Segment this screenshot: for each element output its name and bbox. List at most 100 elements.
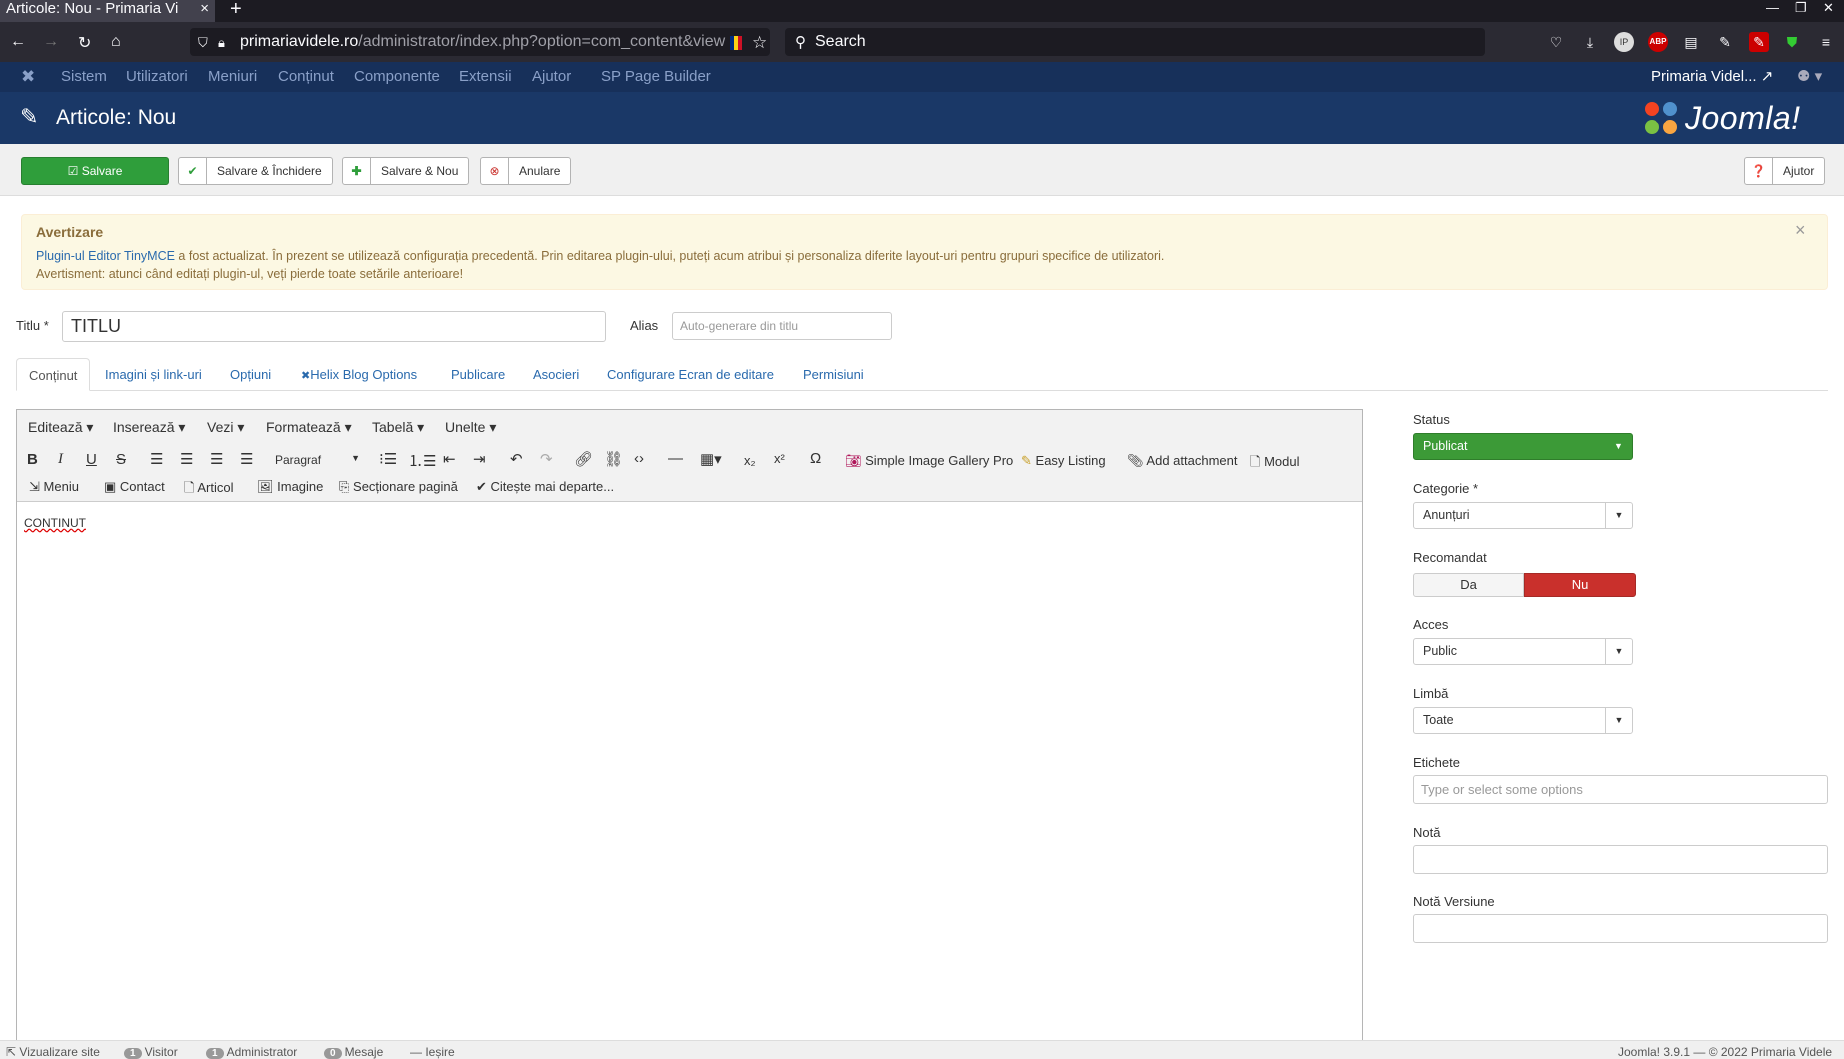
menu-continut[interactable]: Conținut — [278, 62, 334, 92]
redo-icon[interactable]: ↷ — [540, 450, 553, 468]
save-close-button[interactable]: ✔ Salvare & Închidere — [178, 157, 333, 185]
menu-meniuri[interactable]: Meniuri — [208, 62, 257, 92]
underline-icon[interactable]: U — [86, 451, 97, 468]
menu-componente[interactable]: Componente — [354, 62, 440, 92]
shield-extension-icon[interactable]: ⛊ — [1782, 32, 1802, 52]
editor-menu-format[interactable]: Formatează ▾ — [266, 419, 352, 436]
admins-indicator[interactable]: 1 Administrator — [206, 1045, 297, 1059]
reload-icon[interactable]: ↻ — [78, 33, 91, 53]
ip-extension-icon[interactable]: IP — [1614, 32, 1634, 52]
pen-icon[interactable]: ✎ — [1715, 32, 1735, 52]
home-icon[interactable]: ⌂ — [111, 33, 121, 51]
messages-indicator[interactable]: 0 Mesaje — [324, 1045, 383, 1059]
featured-no-button[interactable]: Nu — [1524, 573, 1636, 597]
menu-sistem[interactable]: Sistem — [61, 62, 107, 92]
editor-menu-view[interactable]: Vezi ▾ — [207, 419, 244, 436]
tab-helix-blog[interactable]: ✖Helix Blog Options — [289, 358, 429, 391]
reader-icon[interactable]: ▤ — [1681, 32, 1701, 52]
pagebreak-button[interactable]: ⎘ Secționare pagină — [339, 479, 458, 495]
language-select[interactable]: Toate ▼ — [1413, 707, 1633, 734]
tab-continut[interactable]: Conținut — [16, 358, 91, 391]
lock-icon[interactable]: 🔒︎ — [218, 35, 225, 51]
red-extension-icon[interactable]: ✎ — [1749, 32, 1769, 52]
code-icon[interactable]: ‹› — [634, 450, 644, 467]
gallery-button[interactable]: 📷︎ Simple Image Gallery Pro — [845, 453, 1013, 469]
unlink-icon[interactable]: ⛓ — [604, 450, 623, 468]
forward-icon[interactable]: → — [43, 33, 59, 51]
editor-content[interactable]: CONTINUT — [24, 516, 86, 530]
download-icon[interactable]: ⤓ — [1580, 32, 1600, 52]
indent-icon[interactable]: ⇥ — [473, 450, 486, 468]
add-attachment-button[interactable]: 📎︎ Add attachment — [1127, 453, 1237, 469]
tab-publicare[interactable]: Publicare — [439, 358, 517, 391]
tab-configurare[interactable]: Configurare Ecran de editare — [595, 358, 786, 391]
shield-icon[interactable]: ⛉ — [198, 35, 208, 51]
close-warning-icon[interactable]: × — [1795, 220, 1806, 241]
user-menu-icon[interactable]: ⚉ ▾ — [1797, 62, 1822, 92]
adblock-icon[interactable]: ABP — [1648, 32, 1668, 52]
tab-asocieri[interactable]: Asocieri — [521, 358, 591, 391]
article-button[interactable]: 🗋 Articol — [184, 479, 233, 501]
help-button[interactable]: ❓ Ajutor — [1744, 157, 1826, 185]
save-button[interactable]: ☑ Salvare — [21, 157, 169, 185]
app-menu-icon[interactable]: ≡ — [1816, 32, 1836, 52]
featured-yes-button[interactable]: Da — [1413, 573, 1524, 597]
menu-extensii[interactable]: Extensii — [459, 62, 512, 92]
link-icon[interactable]: 🔗︎ — [574, 450, 593, 468]
back-icon[interactable]: ← — [10, 33, 26, 51]
undo-icon[interactable]: ↶ — [510, 450, 523, 468]
editor-menu-table[interactable]: Tabelă ▾ — [372, 419, 424, 436]
tab-imagini[interactable]: Imagini și link-uri — [93, 358, 214, 391]
italic-icon[interactable]: I — [58, 451, 63, 468]
alias-input[interactable]: Auto-generare din titlu — [672, 312, 892, 340]
close-tab-icon[interactable]: × — [200, 0, 209, 18]
url-bar[interactable]: primariavidele.ro/administrator/index.ph… — [190, 28, 770, 56]
editor-menu-edit[interactable]: Editează ▾ — [28, 419, 93, 436]
menu-ajutor[interactable]: Ajutor — [532, 62, 571, 92]
editor-menu-tools[interactable]: Unelte ▾ — [445, 419, 496, 436]
version-note-input[interactable] — [1413, 914, 1828, 943]
contact-button[interactable]: ▣ Contact — [104, 479, 165, 495]
format-select[interactable]: Paragraf ▼ — [275, 453, 360, 467]
tab-optiuni[interactable]: Opțiuni — [218, 358, 283, 391]
superscript-icon[interactable]: x² — [774, 451, 785, 466]
special-char-icon[interactable]: Ω — [810, 450, 821, 467]
access-select[interactable]: Public ▼ — [1413, 638, 1633, 665]
menu-utilizatori[interactable]: Utilizatori — [126, 62, 188, 92]
browser-tab[interactable]: Articole: Nou - Primaria Vi × — [0, 0, 215, 22]
note-input[interactable] — [1413, 845, 1828, 874]
restore-icon[interactable]: ❐ — [1795, 0, 1807, 16]
tinymce-plugin-link[interactable]: Plugin-ul Editor TinyMCE — [36, 249, 175, 263]
category-select[interactable]: Anunțuri ▼ — [1413, 502, 1633, 529]
align-justify-icon[interactable]: ☰ — [240, 450, 253, 468]
save-new-button[interactable]: ✚ Salvare & Nou — [342, 157, 470, 185]
tab-permisiuni[interactable]: Permisiuni — [791, 358, 876, 391]
align-right-icon[interactable]: ☰ — [210, 450, 223, 468]
cancel-button[interactable]: ⊗ Anulare — [480, 157, 572, 185]
subscript-icon[interactable]: x₂ — [744, 453, 756, 468]
status-select[interactable]: Publicat ▼ — [1413, 433, 1633, 460]
browser-search-input[interactable]: Search — [785, 28, 1485, 56]
module-button[interactable]: 🗋 Modul — [1250, 453, 1300, 475]
bold-icon[interactable]: B — [27, 451, 38, 468]
new-tab-button[interactable]: + — [230, 0, 242, 21]
close-window-icon[interactable]: ✕ — [1823, 0, 1834, 16]
align-left-icon[interactable]: ☰ — [150, 450, 163, 468]
bookmark-star-icon[interactable]: ☆ — [752, 33, 767, 53]
site-link[interactable]: Primaria Videl... ↗ — [1651, 62, 1773, 92]
pocket-icon[interactable]: ♡ — [1546, 32, 1566, 52]
view-site-link[interactable]: ⇱ Vizualizare site — [6, 1045, 100, 1059]
minimize-icon[interactable]: — — [1766, 0, 1779, 15]
title-input[interactable]: TITLU — [62, 311, 606, 342]
strikethrough-icon[interactable]: S — [116, 451, 126, 468]
align-center-icon[interactable]: ☰ — [180, 450, 193, 468]
joomla-logo-icon[interactable]: ✖ — [21, 62, 35, 92]
editor-menu-insert[interactable]: Inserează ▾ — [113, 419, 185, 436]
logout-link[interactable]: — Ieșire — [410, 1045, 455, 1059]
menu-item-button[interactable]: ⇲ Meniu — [29, 479, 79, 495]
easy-listing-button[interactable]: ✎ Easy Listing — [1021, 453, 1106, 469]
horizontal-rule-icon[interactable]: — — [668, 450, 683, 467]
table-icon[interactable]: ▦▾ — [700, 450, 722, 468]
bullet-list-icon[interactable]: ⁝☰ — [379, 450, 397, 468]
readmore-button[interactable]: ✔ Citește mai departe... — [476, 479, 614, 495]
